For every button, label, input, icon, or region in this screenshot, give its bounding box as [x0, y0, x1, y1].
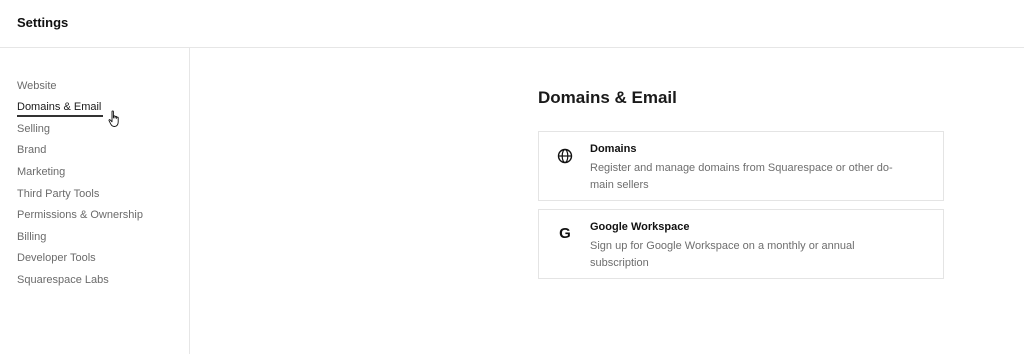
google-g-icon: G: [559, 225, 571, 242]
sidebar-item-brand[interactable]: Brand: [17, 144, 46, 156]
globe-icon: [557, 148, 573, 164]
settings-sidebar: [0, 48, 190, 354]
google-workspace-card[interactable]: G Google Workspace Sign up for Google Wo…: [538, 209, 944, 279]
active-item-underline: [17, 115, 103, 117]
card-description-line: subscription: [590, 257, 649, 269]
sidebar-item-selling[interactable]: Selling: [17, 123, 50, 135]
page-header-title: Settings: [17, 15, 69, 30]
sidebar-item-billing[interactable]: Billing: [17, 231, 46, 243]
card-description-line: Sign up for Google Workspace on a monthl…: [590, 240, 855, 252]
sidebar-item-developer-tools[interactable]: Developer Tools: [17, 252, 96, 264]
domains-card[interactable]: Domains Register and manage domains from…: [538, 131, 944, 201]
card-title-google-workspace: Google Workspace: [590, 221, 690, 233]
hand-pointer-cursor-icon: [108, 110, 119, 127]
sidebar-item-squarespace-labs[interactable]: Squarespace Labs: [17, 274, 109, 286]
sidebar-item-website[interactable]: Website: [17, 80, 57, 92]
svg-text:G: G: [559, 225, 571, 242]
settings-header: Settings: [0, 0, 1024, 48]
card-title-domains: Domains: [590, 143, 637, 155]
sidebar-item-marketing[interactable]: Marketing: [17, 166, 65, 178]
card-description-line: Register and manage domains from Squares…: [590, 162, 893, 174]
sidebar-item-domains-email[interactable]: Domains & Email: [17, 101, 101, 113]
sidebar-item-permissions-ownership[interactable]: Permissions & Ownership: [17, 209, 143, 221]
card-description-google-workspace: Sign up for Google Workspace on a monthl…: [590, 238, 920, 272]
section-title: Domains & Email: [538, 88, 677, 107]
card-description-domains: Register and manage domains from Squares…: [590, 160, 920, 194]
sidebar-item-third-party-tools[interactable]: Third Party Tools: [17, 188, 99, 200]
card-description-line: main sellers: [590, 179, 649, 191]
